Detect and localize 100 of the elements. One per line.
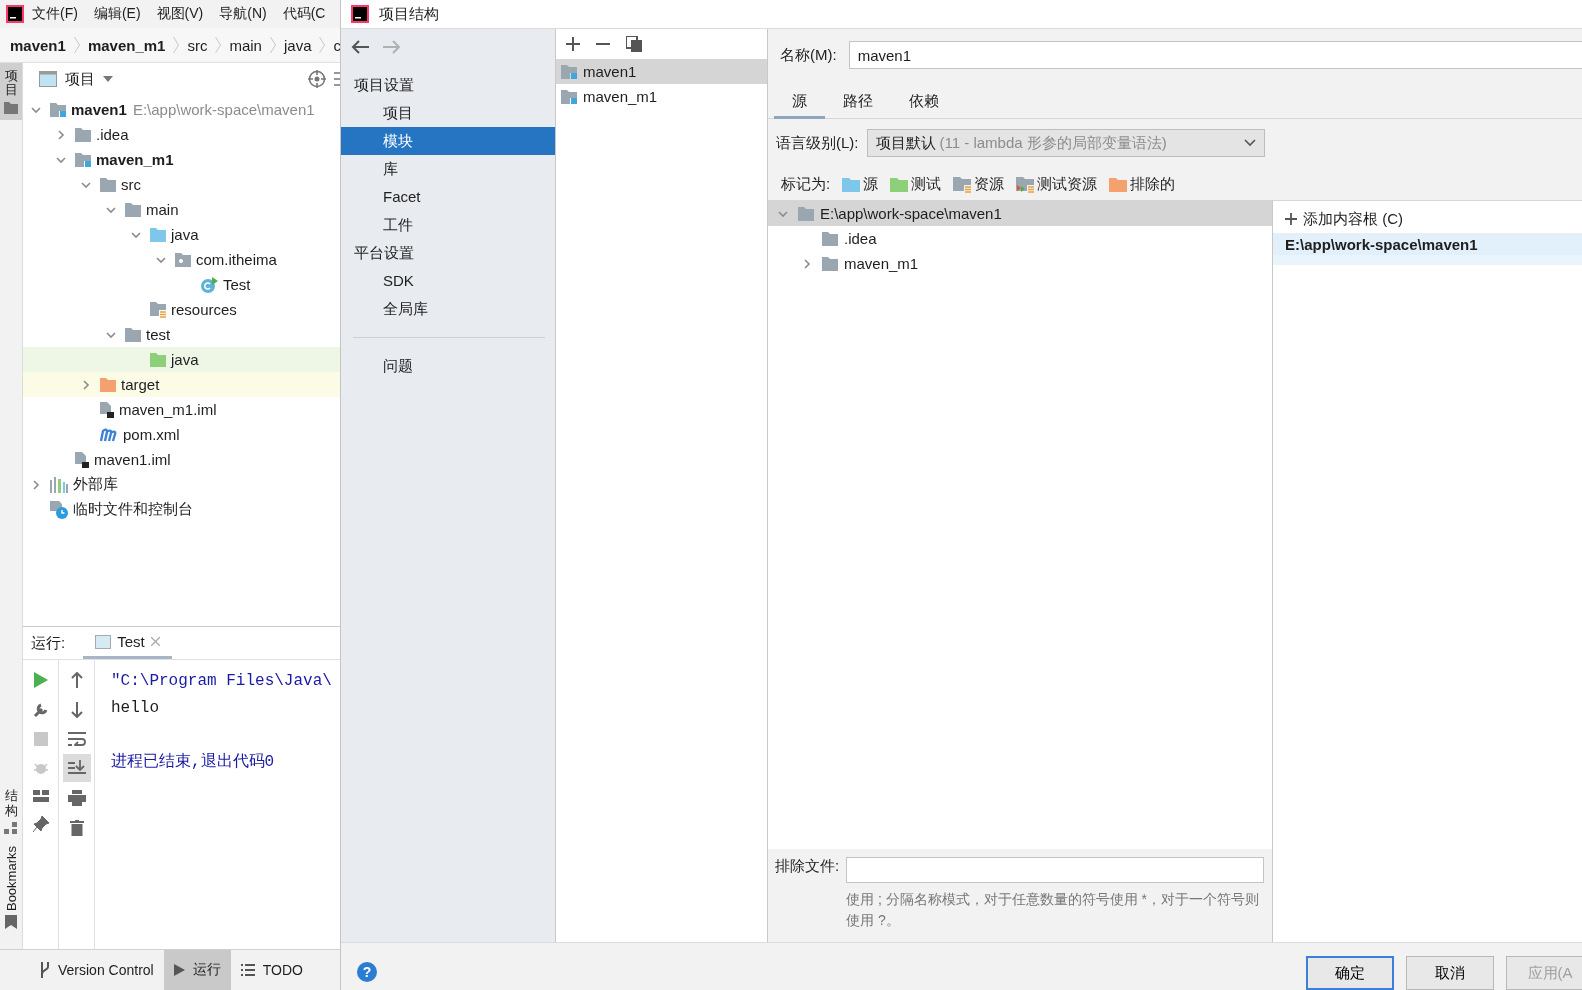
language-level-dropdown[interactable]: 项目默认 (11 - lambda 形参的局部变量语法)	[866, 129, 1265, 157]
nav-item[interactable]: 问题	[341, 352, 555, 380]
content-root-item[interactable]: E:\app\work-space\maven1	[1273, 233, 1582, 265]
nav-item[interactable]: Facet	[341, 183, 555, 211]
layout-icon[interactable]	[32, 790, 49, 802]
tree-item[interactable]: 外部库	[23, 472, 340, 497]
tree-item[interactable]: Test	[23, 272, 340, 297]
mark-as-option[interactable]: 测试	[890, 175, 942, 194]
chevron-down-icon[interactable]	[131, 229, 141, 240]
tree-item[interactable]: maven_m1	[23, 147, 340, 172]
chevron-right-icon[interactable]	[802, 258, 812, 269]
ok-button[interactable]: 确定	[1306, 956, 1394, 990]
dropdown-caret-icon[interactable]	[103, 76, 113, 82]
file-icon	[75, 451, 89, 468]
nav-item[interactable]: SDK	[341, 267, 555, 295]
tree-item[interactable]: pom.xml	[23, 422, 340, 447]
nav-item[interactable]: 工件	[341, 211, 555, 239]
tree-item[interactable]: com.itheima	[23, 247, 340, 272]
tree-item[interactable]: .idea	[23, 122, 340, 147]
tool-window-tab[interactable]: 项目	[0, 63, 22, 120]
mark-as-option[interactable]: 源	[842, 175, 879, 194]
module-icon	[50, 102, 66, 117]
tree-item[interactable]: src	[23, 172, 340, 197]
mark-as-option[interactable]: 排除的	[1109, 175, 1176, 194]
tool-window-tab[interactable]: Bookmarks	[0, 839, 22, 935]
chevron-down-icon[interactable]	[81, 179, 91, 190]
close-icon[interactable]	[150, 637, 160, 646]
tree-item[interactable]: maven1.iml	[23, 447, 340, 472]
menu-item[interactable]: 导航(N)	[211, 5, 275, 23]
breadcrumb-item[interactable]: src	[187, 36, 208, 54]
nav-item[interactable]: 全局库	[341, 295, 555, 323]
menu-item[interactable]: 代码(C	[274, 5, 334, 23]
module-list-item[interactable]: maven_m1	[556, 84, 767, 109]
menu-item[interactable]: 文件(F)	[24, 5, 86, 23]
status-bar-tab[interactable]: Version Control	[30, 950, 164, 990]
tree-item[interactable]: main	[23, 197, 340, 222]
breadcrumb-item[interactable]: maven1	[10, 36, 66, 54]
add-content-root-button[interactable]: 添加内容根 (C)	[1273, 207, 1582, 231]
module-list-item[interactable]: maven1	[556, 59, 767, 84]
nav-item[interactable]: 库	[341, 155, 555, 183]
trash-icon[interactable]	[69, 820, 84, 836]
chevron-right-icon[interactable]	[81, 379, 91, 390]
down-arrow-icon[interactable]	[70, 702, 83, 718]
tree-item[interactable]: java	[23, 347, 340, 372]
dialog-button[interactable]: 取消	[1406, 956, 1494, 990]
name-field[interactable]: maven1	[848, 41, 1582, 69]
package-icon	[175, 252, 191, 267]
copy-icon[interactable]	[626, 36, 642, 52]
tree-item[interactable]: java	[23, 222, 340, 247]
tab[interactable]: 源	[774, 87, 825, 119]
status-bar-tab[interactable]: 运行	[163, 950, 231, 990]
chevron-right-icon[interactable]	[31, 479, 41, 490]
content-tree-item[interactable]: .idea	[768, 226, 1272, 251]
wrench-icon[interactable]	[32, 702, 49, 718]
tree-item[interactable]: maven1 E:\app\work-space\maven1	[23, 97, 340, 122]
back-arrow-icon[interactable]	[351, 40, 369, 54]
chevron-down-icon[interactable]	[106, 329, 116, 340]
scroll-to-end-icon[interactable]	[62, 754, 91, 782]
tool-window-tab[interactable]: 结构	[0, 783, 22, 840]
tree-item[interactable]: resources	[23, 297, 340, 322]
print-icon[interactable]	[67, 790, 86, 806]
soft-wrap-icon[interactable]	[67, 732, 86, 746]
breadcrumb-item[interactable]: main	[229, 36, 262, 54]
help-button[interactable]: ?	[357, 961, 377, 982]
nav-item[interactable]: 模块	[341, 127, 555, 155]
tab[interactable]: 依赖	[891, 87, 957, 119]
tree-item[interactable]: 临时文件和控制台	[23, 497, 340, 522]
breadcrumb-item[interactable]: java	[283, 36, 312, 54]
pin-icon[interactable]	[32, 816, 49, 832]
add-icon[interactable]	[566, 37, 580, 51]
tab[interactable]: 路径	[825, 87, 891, 119]
content-tree-item[interactable]: E:\app\work-space\maven1	[768, 201, 1272, 226]
tree-item[interactable]: test	[23, 322, 340, 347]
breadcrumb-item[interactable]: maven_m1	[87, 36, 166, 54]
forward-arrow-icon[interactable]	[383, 40, 401, 54]
chevron-down-icon[interactable]	[106, 204, 116, 215]
up-arrow-icon[interactable]	[70, 672, 83, 688]
folder-icon	[75, 127, 91, 142]
xml-file-icon	[100, 427, 118, 442]
chevron-down-icon[interactable]	[156, 254, 166, 265]
menu-item[interactable]: 编辑(E)	[85, 5, 149, 23]
add-icon	[1285, 213, 1297, 225]
run-icon[interactable]	[33, 672, 48, 688]
run-tab[interactable]: Test	[83, 627, 172, 659]
tree-item[interactable]: maven_m1.iml	[23, 397, 340, 422]
mark-as-option[interactable]: 测试资源	[1016, 175, 1098, 194]
breadcrumb-item[interactable]: c	[333, 36, 340, 54]
mark-as-option[interactable]: 资源	[953, 175, 1005, 194]
tree-item[interactable]: target	[23, 372, 340, 397]
status-bar-tab[interactable]: TODO	[230, 950, 313, 990]
nav-item[interactable]: 项目	[341, 99, 555, 127]
menu-item[interactable]: 视图(V)	[148, 5, 212, 23]
options-icon[interactable]	[334, 72, 340, 86]
chevron-down-icon[interactable]	[778, 208, 788, 219]
exclude-files-field[interactable]	[846, 857, 1264, 883]
locate-icon[interactable]	[308, 70, 326, 88]
content-tree-item[interactable]: maven_m1	[768, 251, 1272, 276]
chevron-down-icon[interactable]	[31, 104, 41, 115]
chevron-down-icon[interactable]	[56, 154, 66, 165]
chevron-right-icon[interactable]	[56, 129, 66, 140]
